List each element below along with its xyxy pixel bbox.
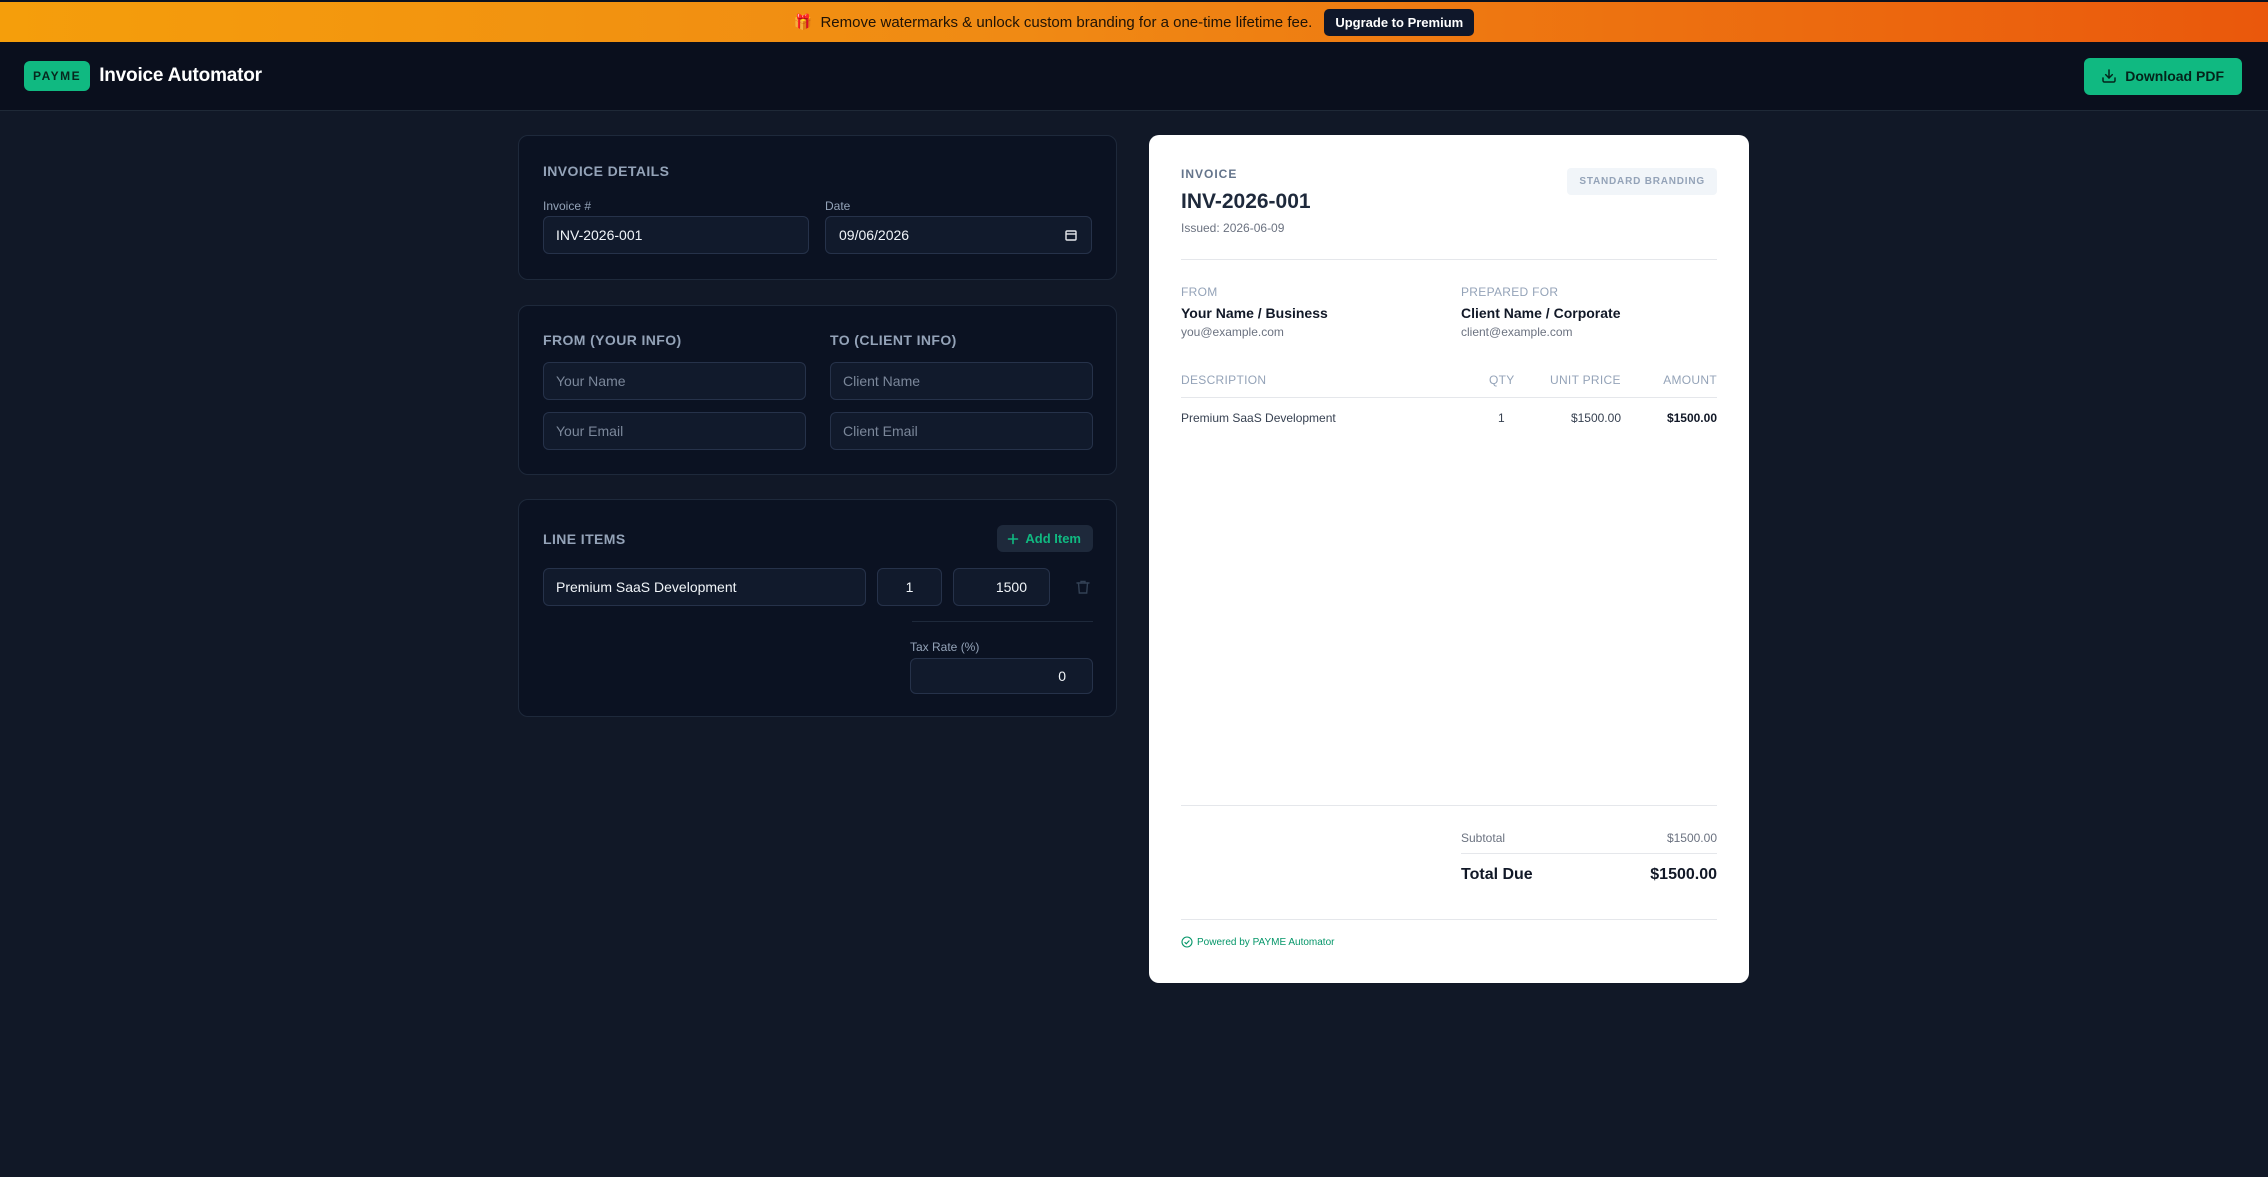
total-due-value: $1500.00: [1650, 866, 1717, 883]
tax-divider: [912, 621, 1093, 622]
invoice-number-input[interactable]: INV-2026-001: [543, 216, 809, 254]
logo-badge: PAYME: [24, 61, 91, 91]
powered-by: Powered by PAYME Automator: [1181, 936, 1334, 948]
download-icon: [2102, 69, 2116, 83]
promo-banner: 🎁 Remove watermarks & unlock custom bran…: [0, 0, 2268, 42]
promo-content: 🎁 Remove watermarks & unlock custom bran…: [793, 8, 1475, 36]
col-amount-header: Amount: [1663, 373, 1717, 387]
add-item-label: Add Item: [1025, 531, 1081, 546]
calendar-icon[interactable]: [1065, 229, 1077, 241]
powered-by-text: Powered by PAYME Automator: [1197, 936, 1335, 948]
col-description-header: Description: [1181, 373, 1267, 387]
preview-issued-date: Issued: 2026-06-09: [1181, 221, 1285, 235]
subtotal-label: Subtotal: [1461, 831, 1506, 845]
row-qty: 1: [1498, 411, 1505, 425]
invoice-number-label: Invoice #: [543, 199, 592, 213]
date-label: Date: [825, 199, 851, 213]
col-unit-price-header: Unit Price: [1550, 373, 1621, 387]
item-description-input[interactable]: Premium SaaS Development: [543, 568, 866, 606]
parties-card: From (Your Info) To (Client Info) Your N…: [518, 305, 1117, 475]
download-pdf-button[interactable]: Download PDF: [2084, 57, 2242, 95]
line-items-card: Line Items Add Item Premium SaaS Develop…: [518, 499, 1117, 717]
preview-to-label: Prepared For: [1461, 285, 1559, 299]
upgrade-premium-button[interactable]: Upgrade to Premium: [1324, 8, 1475, 36]
item-price-input[interactable]: 1500: [953, 568, 1050, 606]
subtotal-value: $1500.00: [1666, 831, 1717, 845]
gift-icon: 🎁: [793, 13, 813, 31]
preview-to-email: client@example.com: [1461, 325, 1573, 339]
to-section-title: To (Client Info): [830, 332, 957, 348]
client-name-input[interactable]: Client Name: [830, 362, 1093, 400]
col-qty-header: Qty: [1489, 373, 1515, 387]
date-input[interactable]: 09/06/2026: [825, 216, 1092, 254]
total-due-label: Total Due: [1461, 866, 1533, 883]
subtotal-divider: [1461, 853, 1717, 854]
trash-icon[interactable]: [1074, 578, 1092, 596]
footer-divider: [1181, 919, 1717, 920]
row-unit-price: $1500.00: [1570, 411, 1621, 425]
client-email-input[interactable]: Client Email: [830, 412, 1093, 450]
totals-divider: [1181, 805, 1717, 806]
table-header-divider: [1181, 397, 1717, 398]
add-item-button[interactable]: Add Item: [997, 525, 1093, 552]
invoice-details-title: Invoice Details: [543, 163, 670, 179]
preview-divider-top: [1181, 259, 1717, 260]
plus-icon: [1008, 533, 1019, 544]
preview-from-email: you@example.com: [1181, 325, 1284, 339]
preview-from-label: From: [1181, 285, 1218, 299]
preview-to-name: Client Name / Corporate: [1461, 305, 1621, 321]
app-title: Invoice Automator: [99, 65, 262, 86]
branding-badge: Standard Branding: [1567, 168, 1717, 195]
check-circle-icon: [1181, 936, 1193, 948]
app-header: PAYME Invoice Automator Download PDF: [0, 42, 2268, 111]
invoice-preview: Invoice INV-2026-001 Issued: 2026-06-09 …: [1149, 135, 1749, 983]
preview-invoice-number: INV-2026-001: [1181, 190, 1311, 213]
promo-text: Remove watermarks & unlock custom brandi…: [820, 13, 1313, 31]
item-qty-input[interactable]: 1: [877, 568, 942, 606]
tax-rate-label: Tax Rate (%): [910, 640, 980, 654]
line-items-title: Line Items: [543, 531, 626, 547]
your-email-input[interactable]: Your Email: [543, 412, 806, 450]
from-section-title: From (Your Info): [543, 332, 682, 348]
preview-invoice-label: Invoice: [1181, 167, 1238, 181]
invoice-details-card: Invoice Details Invoice # INV-2026-001 D…: [518, 135, 1117, 280]
row-description: Premium SaaS Development: [1181, 411, 1336, 425]
tax-rate-input[interactable]: 0: [910, 658, 1093, 694]
date-value: 09/06/2026: [839, 227, 910, 243]
brand[interactable]: PAYME Invoice Automator: [24, 61, 262, 91]
preview-from-name: Your Name / Business: [1181, 305, 1328, 321]
row-amount: $1500.00: [1666, 411, 1717, 425]
your-name-input[interactable]: Your Name: [543, 362, 806, 400]
download-pdf-label: Download PDF: [2125, 68, 2224, 84]
